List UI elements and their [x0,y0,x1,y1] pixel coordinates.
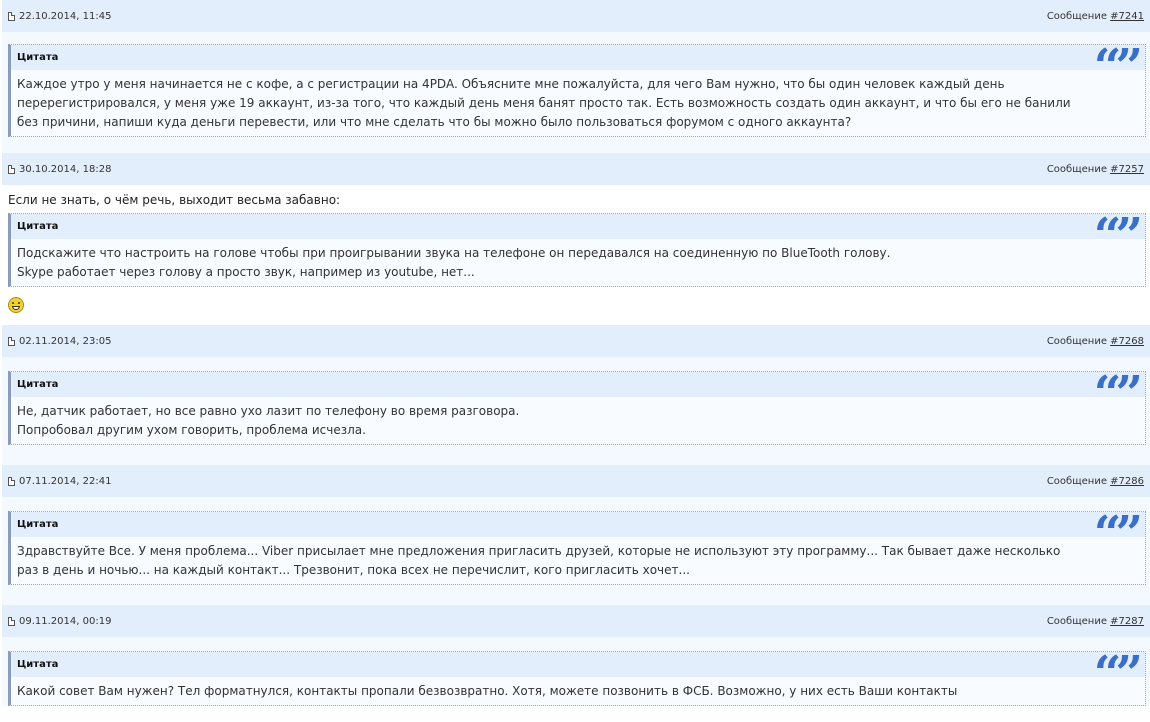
post-header: 30.10.2014, 18:28 Сообщение #7257 [2,153,1150,185]
post-date: 07.11.2014, 22:41 [8,476,111,487]
post-date-text: 09.11.2014, 00:19 [19,615,112,627]
quote-text: Какой совет Вам нужен? Тел форматнулся, … [17,684,958,698]
message-label: Сообщение [1046,475,1107,487]
quote-block: Цитата “” Не, датчик работает, но все ра… [8,366,1146,445]
quote-text: Не, датчик работает, но все равно ухо ла… [11,397,1145,444]
post-header: 02.11.2014, 23:05 Сообщение #7268 [2,325,1150,357]
post-date: 22.10.2014, 11:45 [8,11,111,22]
post-page-icon [8,616,15,626]
post-number-link[interactable]: #7286 [1110,476,1144,487]
quote-block: Цитата “” Здравствуйте Все. У меня пробл… [8,506,1146,585]
post: 22.10.2014, 11:45 Сообщение #7241 Цитата… [2,0,1150,153]
quote-line: Подскажите что настроить на голове чтобы… [17,246,891,260]
post-page-icon [8,11,15,21]
quote-title: Цитата [11,512,1145,537]
quote-title: Цитата [11,372,1145,397]
post-header: 22.10.2014, 11:45 Сообщение #7241 [2,0,1150,32]
post-number-link[interactable]: #7287 [1110,616,1144,627]
message-label: Сообщение [1046,615,1107,627]
message-label: Сообщение [1046,335,1107,347]
post-body: Цитата “” Какой совет Вам нужен? Тел фор… [2,637,1150,706]
post-body: Цитата “” Здравствуйте Все. У меня пробл… [2,497,1150,585]
quote-title: Цитата [11,45,1145,70]
post-header: 09.11.2014, 00:19 Сообщение #7287 [2,605,1150,637]
post-number-link[interactable]: #7268 [1110,336,1144,347]
post-date-text: 30.10.2014, 18:28 [19,163,112,175]
post-body: Цитата “” Каждое утро у меня начинается … [2,32,1150,137]
post-number: Сообщение #7286 [1047,476,1144,487]
quote-text: Каждое утро у меня начинается не с кофе,… [17,77,1071,129]
quote-text: Подскажите что настроить на голове чтобы… [11,239,1145,286]
post-date: 30.10.2014, 18:28 [8,164,111,175]
post-text: Если не знать, о чём речь, выходит весьм… [8,193,341,207]
quote-marks-icon: “” [1093,208,1143,264]
post-number: Сообщение #7287 [1047,616,1144,627]
post-date: 02.11.2014, 23:05 [8,336,111,347]
post-page-icon [8,476,15,486]
quote-line: Попробовал другим ухом говорить, проблем… [17,423,366,437]
post-number: Сообщение #7268 [1047,336,1144,347]
post-date-text: 22.10.2014, 11:45 [19,10,112,22]
message-label: Сообщение [1046,10,1107,22]
quote-title: Цитата [11,214,1145,239]
post-date-text: 02.11.2014, 23:05 [19,335,112,347]
post: 30.10.2014, 18:28 Сообщение #7257 Если н… [2,153,1150,325]
message-label: Сообщение [1046,163,1107,175]
quote-marks-icon: “” [1093,506,1143,562]
post-number-link[interactable]: #7257 [1110,164,1144,175]
quote-title: Цитата [11,652,1145,677]
post-number: Сообщение #7257 [1047,164,1144,175]
laugh-smiley-icon [8,297,24,313]
post: 09.11.2014, 00:19 Сообщение #7287 Цитата… [2,605,1150,706]
quote-line: Не, датчик работает, но все равно ухо ла… [17,404,520,418]
post-date-text: 07.11.2014, 22:41 [19,475,112,487]
post: 07.11.2014, 22:41 Сообщение #7286 Цитата… [2,465,1150,605]
quote-line: Skype работает через голову а просто зву… [17,265,475,279]
quote-block: Цитата “” Подскажите что настроить на го… [8,208,1146,287]
quote-block: Цитата “” Какой совет Вам нужен? Тел фор… [8,646,1146,706]
post-body: Цитата “” Не, датчик работает, но все ра… [2,357,1150,445]
quote-marks-icon: “” [1093,39,1143,95]
post-header: 07.11.2014, 22:41 Сообщение #7286 [2,465,1150,497]
post-page-icon [8,164,15,174]
post-number: Сообщение #7241 [1047,11,1144,22]
quote-block: Цитата “” Каждое утро у меня начинается … [8,39,1146,137]
post-number-link[interactable]: #7241 [1110,11,1144,22]
post: 02.11.2014, 23:05 Сообщение #7268 Цитата… [2,325,1150,465]
quote-marks-icon: “” [1093,366,1143,422]
post-body: Если не знать, о чём речь, выходит весьм… [2,185,1150,325]
quote-marks-icon: “” [1093,646,1143,702]
post-date: 09.11.2014, 00:19 [8,616,111,627]
post-page-icon [8,336,15,346]
quote-text: Здравствуйте Все. У меня проблема... Vib… [17,544,1061,577]
